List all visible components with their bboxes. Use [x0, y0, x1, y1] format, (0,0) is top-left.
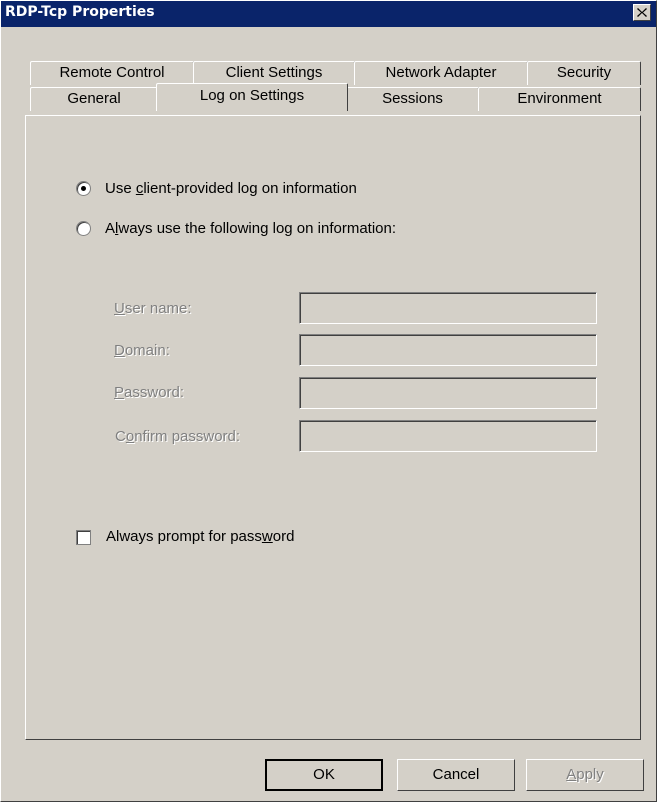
- use-client-logon-label[interactable]: Use client-provided log on information: [105, 180, 357, 197]
- button-label: pply: [576, 766, 604, 783]
- tab-label: Environment: [517, 90, 602, 107]
- tab-label: General: [67, 90, 121, 107]
- tab-label: Remote Control: [59, 64, 165, 81]
- user-name-label: User name:: [114, 300, 192, 317]
- tab-general[interactable]: General: [30, 87, 158, 111]
- always-use-logon-radio[interactable]: [76, 221, 91, 236]
- label-part: omain:: [124, 342, 170, 359]
- prompt-password-checkbox[interactable]: [76, 530, 91, 545]
- tab-network-adapter[interactable]: Network Adapter: [354, 61, 528, 85]
- label-accesskey: w: [261, 528, 273, 545]
- always-use-logon-label[interactable]: Always use the following log on informat…: [105, 220, 396, 237]
- properties-dialog: RDP-Tcp Properties Remote Control Client…: [0, 0, 657, 802]
- title-bar[interactable]: RDP-Tcp Properties: [1, 1, 656, 27]
- tab-security[interactable]: Security: [527, 61, 641, 85]
- label-part: Use: [105, 180, 136, 197]
- tab-client-settings[interactable]: Client Settings: [193, 61, 355, 85]
- confirm-password-label: Confirm password:: [115, 428, 240, 445]
- prompt-password-label[interactable]: Always prompt for password: [106, 528, 294, 545]
- button-label: OK: [313, 766, 335, 783]
- password-label: Password:: [114, 384, 184, 401]
- domain-label: Domain:: [114, 342, 170, 359]
- close-button[interactable]: [633, 4, 651, 21]
- label-part: Always prompt for pass: [106, 528, 262, 545]
- tab-label: Log on Settings: [199, 87, 305, 104]
- label-accesskey: o: [125, 428, 135, 445]
- tab-log-on-settings[interactable]: Log on Settings: [156, 83, 348, 111]
- tab-sessions[interactable]: Sessions: [346, 87, 479, 111]
- label-accesskey: U: [114, 300, 125, 317]
- label-accesskey: A: [566, 766, 577, 783]
- label-part: nfirm password:: [134, 428, 241, 445]
- label-accesskey: P: [114, 384, 125, 401]
- confirm-password-field[interactable]: [299, 420, 597, 452]
- tab-label: Network Adapter: [385, 64, 497, 81]
- label-part: lient-provided log on information: [143, 180, 357, 197]
- window-title: RDP-Tcp Properties: [5, 4, 155, 20]
- radio-selected-dot: [81, 186, 86, 191]
- password-field[interactable]: [299, 377, 597, 409]
- label-accesskey: D: [114, 342, 125, 359]
- tab-label: Client Settings: [225, 64, 323, 81]
- label-part: C: [115, 428, 126, 445]
- tab-remote-control[interactable]: Remote Control: [30, 61, 194, 85]
- button-label: Cancel: [432, 766, 480, 783]
- label-part: ord: [272, 528, 295, 545]
- cancel-button[interactable]: Cancel: [397, 759, 515, 791]
- tab-label: Security: [556, 64, 612, 81]
- label-part: A: [105, 220, 116, 237]
- domain-field[interactable]: [299, 334, 597, 366]
- label-part: assword:: [124, 384, 185, 401]
- close-icon: [637, 8, 647, 17]
- label-part: ways use the following log on informatio…: [118, 220, 397, 237]
- label-part: ser name:: [124, 300, 192, 317]
- apply-button[interactable]: Apply: [526, 759, 644, 791]
- user-name-field[interactable]: [299, 292, 597, 324]
- ok-button[interactable]: OK: [265, 759, 383, 791]
- tab-label: Sessions: [382, 90, 443, 107]
- tab-environment[interactable]: Environment: [478, 87, 641, 111]
- use-client-logon-radio[interactable]: [76, 181, 91, 196]
